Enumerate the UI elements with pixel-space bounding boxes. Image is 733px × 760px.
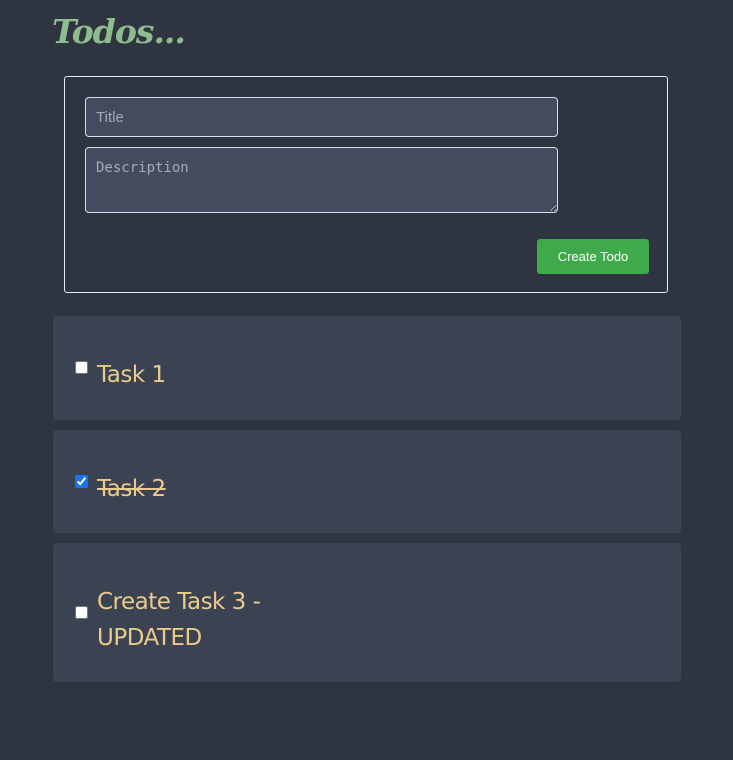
- todo-label: Task 1: [97, 362, 166, 388]
- todo-item: Task 1: [53, 316, 681, 420]
- todo-checkbox[interactable]: [75, 361, 88, 374]
- todo-checkbox[interactable]: [75, 606, 88, 619]
- todo-label: Task 2: [97, 476, 166, 502]
- app-title: Todos...: [52, 12, 186, 51]
- create-todo-form: Create Todo: [64, 76, 668, 293]
- title-input[interactable]: [85, 97, 558, 137]
- todo-item: Create Task 3 - UPDATED: [53, 543, 681, 682]
- todo-item: Task 2: [53, 430, 681, 533]
- todo-label-line-2: UPDATED: [97, 625, 202, 651]
- todo-checkbox[interactable]: [75, 475, 88, 488]
- create-todo-button[interactable]: Create Todo: [537, 239, 649, 274]
- todo-label-line-1: Create Task 3 -: [97, 589, 261, 615]
- description-input[interactable]: [85, 147, 558, 213]
